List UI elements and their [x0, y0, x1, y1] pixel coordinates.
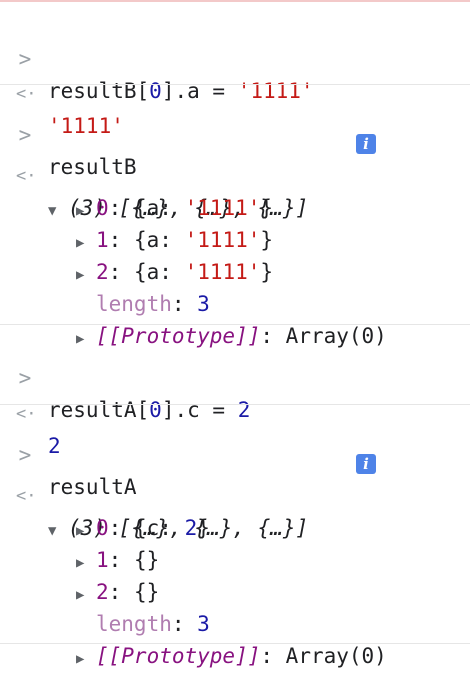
top-border — [0, 0, 470, 2]
array-summary-row[interactable]: <· ▼ (3) [{…}, {…}, {…}] i — [0, 448, 470, 540]
array-item-row[interactable]: ▶ 1: {} — [0, 512, 470, 572]
array-item-row[interactable]: ▶ 1: {a: '1111'} — [0, 192, 470, 252]
info-icon[interactable]: i — [356, 454, 376, 474]
console-result-row: <· '1111' — [0, 46, 470, 138]
array-item-row[interactable]: ▶ 0: {a: '1111'} — [0, 160, 470, 220]
prototype-item[interactable]: ▶ [[Prototype]]: Array(0) — [76, 640, 387, 675]
array-summary-row[interactable]: <· ▼ (3) [{…}, {…}, {…}] i — [0, 128, 470, 220]
separator — [0, 643, 470, 644]
array-item-row[interactable]: ▶ 0: {c: 2} — [0, 480, 470, 540]
console-result-row: <· 2 — [0, 366, 470, 458]
length-row: length: 3 — [0, 576, 470, 636]
array-item-row[interactable]: ▶ 2: {} — [0, 544, 470, 604]
separator — [0, 404, 470, 405]
info-icon[interactable]: i — [356, 134, 376, 154]
separator — [0, 84, 470, 85]
array-item-row[interactable]: ▶ 2: {a: '1111'} — [0, 224, 470, 284]
prototype-row[interactable]: ▶ [[Prototype]]: Array(0) — [0, 608, 470, 668]
console-input-row[interactable]: > resultB — [0, 87, 470, 179]
console-input-row[interactable]: > resultA[0].c = 2 — [0, 330, 470, 422]
prototype-label: [[Prototype]] — [96, 644, 261, 668]
console-input-row[interactable]: > resultB[0].a = '1111' — [0, 11, 470, 103]
separator — [0, 324, 470, 325]
prototype-row[interactable]: ▶ [[Prototype]]: Array(0) — [0, 288, 470, 348]
console-input-row[interactable]: > resultA — [0, 407, 470, 499]
length-row: length: 3 — [0, 256, 470, 316]
triangle-right-icon[interactable]: ▶ — [76, 643, 96, 675]
prototype-value: Array(0) — [285, 644, 387, 668]
